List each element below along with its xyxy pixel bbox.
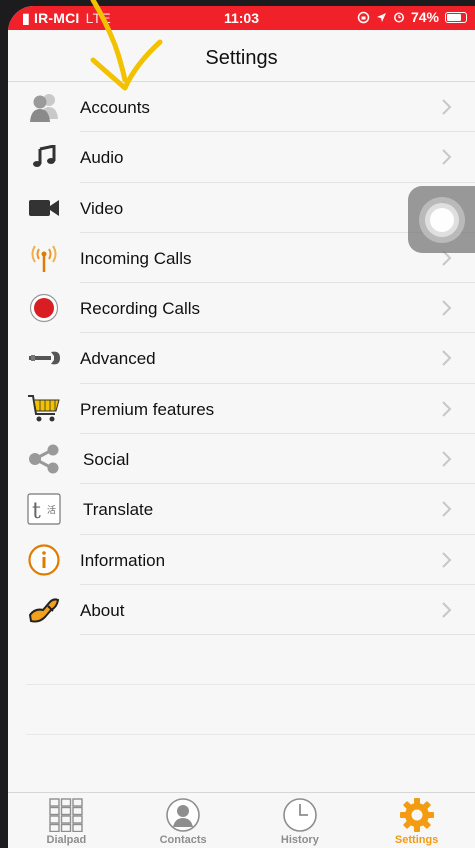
- empty-row: [8, 635, 475, 686]
- about-icon: [26, 593, 62, 627]
- video-camera-icon: [26, 191, 62, 225]
- tab-history[interactable]: History: [242, 793, 359, 848]
- svg-text:活: 活: [47, 504, 56, 516]
- dialpad-icon: [47, 797, 85, 833]
- settings-item-social[interactable]: Social: [8, 434, 475, 485]
- settings-item-video[interactable]: Video: [8, 183, 475, 234]
- alarm-icon: [393, 11, 405, 23]
- chevron-right-icon: [442, 602, 452, 618]
- battery-percent: 74%: [410, 9, 439, 25]
- chevron-right-icon: [442, 551, 452, 568]
- settings-list: Accounts Audio Video Incoming Calls Reco…: [8, 82, 475, 736]
- empty-row: [8, 685, 475, 736]
- tab-label: Contacts: [159, 834, 207, 846]
- contacts-icon: [164, 797, 202, 833]
- tab-label: Dialpad: [46, 834, 87, 846]
- chevron-right-icon: [442, 149, 452, 166]
- tab-bar: Dialpad Contacts History Settings: [8, 792, 475, 848]
- settings-item-label: Translate: [83, 500, 154, 520]
- accounts-icon: [26, 90, 62, 124]
- settings-item-label: About: [80, 600, 125, 620]
- settings-item-recording-calls[interactable]: Recording Calls: [8, 283, 475, 334]
- settings-item-label: Incoming Calls: [80, 248, 192, 268]
- settings-item-about[interactable]: About: [8, 585, 475, 636]
- settings-item-label: Video: [80, 198, 124, 218]
- nav-bar: Settings: [8, 30, 475, 82]
- settings-item-label: Advanced: [80, 349, 156, 369]
- chevron-right-icon: [442, 99, 452, 115]
- status-right: 74%: [357, 9, 467, 25]
- share-icon: [26, 442, 62, 476]
- tab-settings[interactable]: Settings: [358, 793, 475, 848]
- settings-item-label: Information: [80, 550, 166, 570]
- gear-icon: [398, 797, 436, 833]
- battery-icon: [445, 11, 467, 23]
- phone-screen: ▮ IR-MCI LTE 11:03 74% Settings Accounts…: [8, 6, 475, 848]
- music-note-icon: [26, 140, 62, 174]
- assistive-touch-button[interactable]: [408, 186, 475, 253]
- translate-icon: t 活: [26, 492, 62, 526]
- settings-item-information[interactable]: Information: [8, 535, 475, 586]
- clock-icon: [281, 797, 319, 833]
- chevron-right-icon: [442, 350, 452, 367]
- chevron-right-icon: [442, 300, 452, 316]
- info-icon: [26, 543, 62, 577]
- settings-item-premium-features[interactable]: Premium features: [8, 384, 475, 435]
- settings-item-label: Audio: [80, 148, 124, 168]
- wrench-icon: [26, 341, 62, 375]
- status-bar: ▮ IR-MCI LTE 11:03 74%: [8, 6, 475, 30]
- settings-item-label: Recording Calls: [80, 299, 200, 319]
- settings-item-incoming-calls[interactable]: Incoming Calls: [8, 233, 475, 284]
- record-icon: [26, 291, 62, 325]
- screen-lock-icon: [357, 11, 370, 24]
- svg-text:t: t: [32, 499, 41, 524]
- tab-label: History: [280, 834, 319, 846]
- assistive-touch-icon: [418, 196, 465, 243]
- chevron-right-icon: [442, 401, 452, 417]
- tab-contacts[interactable]: Contacts: [125, 793, 242, 848]
- chevron-right-icon: [442, 501, 452, 518]
- settings-item-label: Social: [83, 450, 130, 470]
- settings-item-label: Premium features: [80, 399, 215, 419]
- location-icon: [376, 12, 387, 23]
- settings-item-advanced[interactable]: Advanced: [8, 333, 475, 385]
- tab-dialpad[interactable]: Dialpad: [8, 793, 125, 848]
- tab-label: Settings: [394, 834, 439, 846]
- chevron-right-icon: [442, 451, 452, 467]
- settings-item-translate[interactable]: t 活 Translate: [8, 484, 475, 535]
- antenna-icon: [26, 241, 62, 275]
- settings-item-label: Accounts: [80, 98, 150, 117]
- page-title: Settings: [205, 47, 278, 69]
- settings-item-accounts[interactable]: Accounts: [8, 82, 475, 133]
- shopping-cart-icon: [26, 392, 62, 426]
- settings-item-audio[interactable]: Audio: [8, 132, 475, 183]
